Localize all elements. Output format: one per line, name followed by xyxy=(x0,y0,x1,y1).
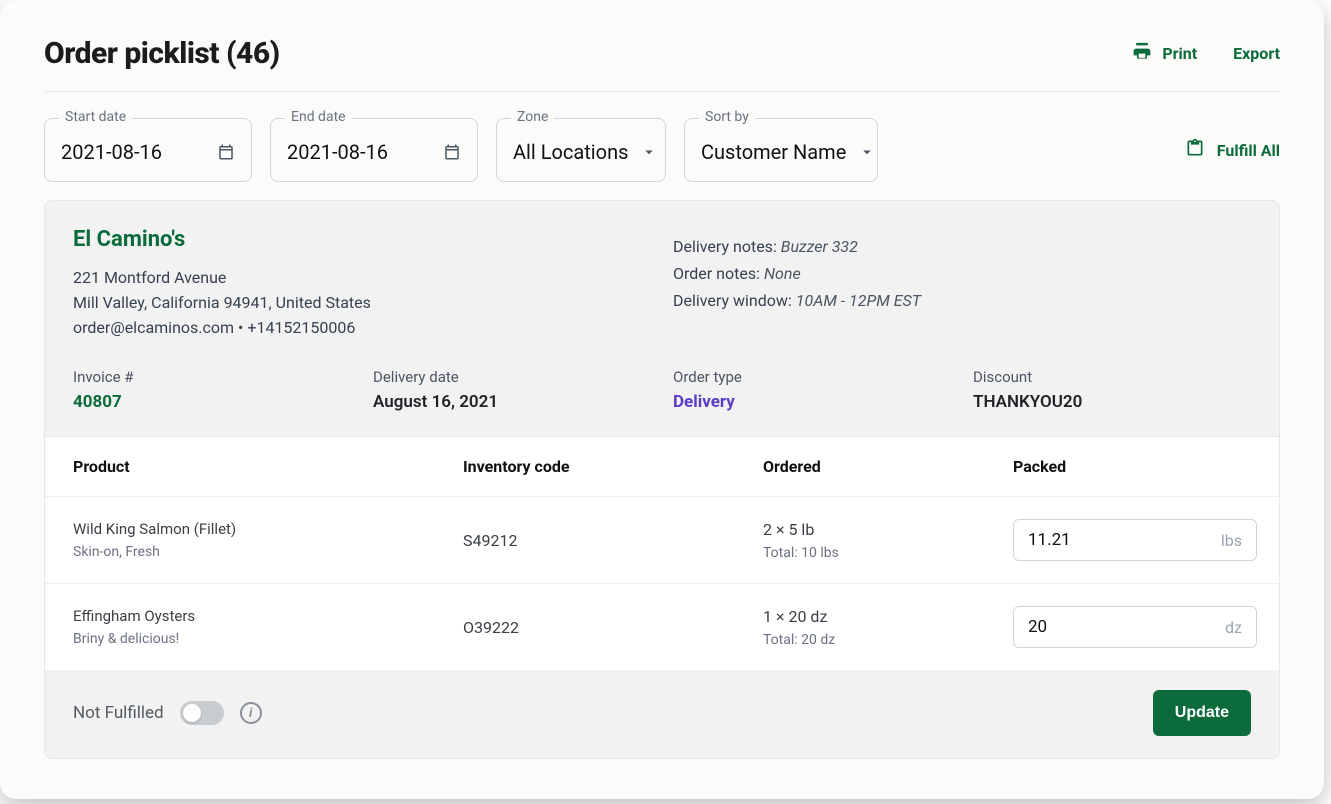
table-row: Effingham Oysters Briny & delicious! O39… xyxy=(45,584,1279,670)
product-name: Effingham Oysters xyxy=(73,607,463,625)
filters-row: Start date 2021-08-16 End date 2021-08-1… xyxy=(44,92,1280,200)
fulfillment-status: Not Fulfilled i xyxy=(73,701,262,725)
invoice-label: Invoice # xyxy=(73,368,373,386)
packed-input[interactable]: 20 dz xyxy=(1013,606,1257,648)
delivery-notes-value: Buzzer 332 xyxy=(781,237,858,256)
packed-unit: dz xyxy=(1225,618,1242,637)
order-notes-value: None xyxy=(764,264,801,283)
product-sub: Skin-on, Fresh xyxy=(73,544,463,560)
delivery-date-block: Delivery date August 16, 2021 xyxy=(373,368,673,412)
inventory-code: S49212 xyxy=(463,531,763,550)
print-icon xyxy=(1132,42,1152,66)
export-label: Export xyxy=(1233,44,1280,63)
end-date-field[interactable]: End date 2021-08-16 xyxy=(270,118,478,182)
col-inventory: Inventory code xyxy=(463,457,763,476)
line-items-table: Product Inventory code Ordered Packed Wi… xyxy=(45,436,1279,670)
sort-select[interactable]: Sort by Customer Name xyxy=(684,118,878,182)
start-date-label: Start date xyxy=(59,109,132,125)
notes-block: Delivery notes: Buzzer 332 Order notes: … xyxy=(673,227,1251,340)
header-row: Order picklist (46) Print Export xyxy=(44,36,1280,92)
zone-label: Zone xyxy=(511,109,554,125)
order-type-value: Delivery xyxy=(673,392,973,412)
print-button[interactable]: Print xyxy=(1132,42,1197,66)
packed-cell: 11.21 lbs xyxy=(1013,519,1257,561)
ordered-cell: 1 × 20 dz Total: 20 dz xyxy=(763,607,1013,648)
delivery-notes-label: Delivery notes: xyxy=(673,237,777,256)
discount-label: Discount xyxy=(973,368,1251,386)
fulfilled-toggle[interactable] xyxy=(180,701,224,725)
col-packed: Packed xyxy=(1013,457,1251,476)
order-meta-row: Invoice # 40807 Delivery date August 16,… xyxy=(45,362,1279,436)
fulfill-all-label: Fulfill All xyxy=(1217,141,1280,160)
col-ordered: Ordered xyxy=(763,457,1013,476)
inventory-code: O39222 xyxy=(463,618,763,637)
info-icon[interactable]: i xyxy=(240,702,262,724)
update-button[interactable]: Update xyxy=(1153,690,1251,736)
delivery-window-label: Delivery window: xyxy=(673,291,792,310)
sort-label: Sort by xyxy=(699,109,755,125)
end-date-label: End date xyxy=(285,109,352,125)
header-actions: Print Export xyxy=(1132,42,1280,66)
page-card: Order picklist (46) Print Export Start d… xyxy=(0,0,1324,799)
packed-unit: lbs xyxy=(1221,531,1242,550)
order-type-label: Order type xyxy=(673,368,973,386)
clipboard-icon xyxy=(1185,138,1205,162)
start-date-field[interactable]: Start date 2021-08-16 xyxy=(44,118,252,182)
calendar-icon xyxy=(443,143,461,161)
discount-block: Discount THANKYOU20 xyxy=(973,368,1251,412)
not-fulfilled-label: Not Fulfilled xyxy=(73,703,164,723)
order-header: El Camino's 221 Montford Avenue Mill Val… xyxy=(45,201,1279,362)
address-line-1: 221 Montford Avenue xyxy=(73,266,613,291)
delivery-window-value: 10AM - 12PM EST xyxy=(796,291,921,310)
fulfill-all-button[interactable]: Fulfill All xyxy=(1185,138,1280,162)
calendar-icon xyxy=(217,143,235,161)
export-button[interactable]: Export xyxy=(1233,44,1280,63)
zone-select[interactable]: Zone All Locations xyxy=(496,118,666,182)
packed-value: 11.21 xyxy=(1028,530,1071,550)
product-name: Wild King Salmon (Fillet) xyxy=(73,520,463,538)
customer-name[interactable]: El Camino's xyxy=(73,227,613,252)
product-cell: Wild King Salmon (Fillet) Skin-on, Fresh xyxy=(73,520,463,560)
ordered-total: Total: 10 lbs xyxy=(763,545,1013,561)
order-card: El Camino's 221 Montford Avenue Mill Val… xyxy=(44,200,1280,759)
customer-block: El Camino's 221 Montford Avenue Mill Val… xyxy=(73,227,613,340)
ordered-total: Total: 20 dz xyxy=(763,632,1013,648)
order-type-block: Order type Delivery xyxy=(673,368,973,412)
chevron-down-icon xyxy=(640,143,658,161)
col-product: Product xyxy=(73,457,463,476)
end-date-value: 2021-08-16 xyxy=(287,140,431,164)
packed-cell: 20 dz xyxy=(1013,606,1257,648)
ordered-qty: 2 × 5 lb xyxy=(763,520,1013,539)
zone-value: All Locations xyxy=(513,140,628,164)
table-header: Product Inventory code Ordered Packed xyxy=(45,437,1279,497)
product-cell: Effingham Oysters Briny & delicious! xyxy=(73,607,463,647)
contact-line: order@elcaminos.com • +14152150006 xyxy=(73,316,613,341)
toggle-knob xyxy=(183,704,201,722)
table-row: Wild King Salmon (Fillet) Skin-on, Fresh… xyxy=(45,497,1279,584)
product-sub: Briny & delicious! xyxy=(73,631,463,647)
start-date-value: 2021-08-16 xyxy=(61,140,205,164)
discount-value: THANKYOU20 xyxy=(973,392,1251,412)
invoice-block: Invoice # 40807 xyxy=(73,368,373,412)
chevron-down-icon xyxy=(858,143,876,161)
ordered-cell: 2 × 5 lb Total: 10 lbs xyxy=(763,520,1013,561)
sort-value: Customer Name xyxy=(701,140,846,164)
packed-input[interactable]: 11.21 lbs xyxy=(1013,519,1257,561)
order-footer: Not Fulfilled i Update xyxy=(45,670,1279,758)
page-title: Order picklist (46) xyxy=(44,36,280,71)
invoice-number[interactable]: 40807 xyxy=(73,392,373,412)
address-line-2: Mill Valley, California 94941, United St… xyxy=(73,291,613,316)
order-notes-label: Order notes: xyxy=(673,264,760,283)
ordered-qty: 1 × 20 dz xyxy=(763,607,1013,626)
packed-value: 20 xyxy=(1028,617,1047,637)
delivery-date-value: August 16, 2021 xyxy=(373,392,673,412)
delivery-date-label: Delivery date xyxy=(373,368,673,386)
print-label: Print xyxy=(1162,44,1197,63)
